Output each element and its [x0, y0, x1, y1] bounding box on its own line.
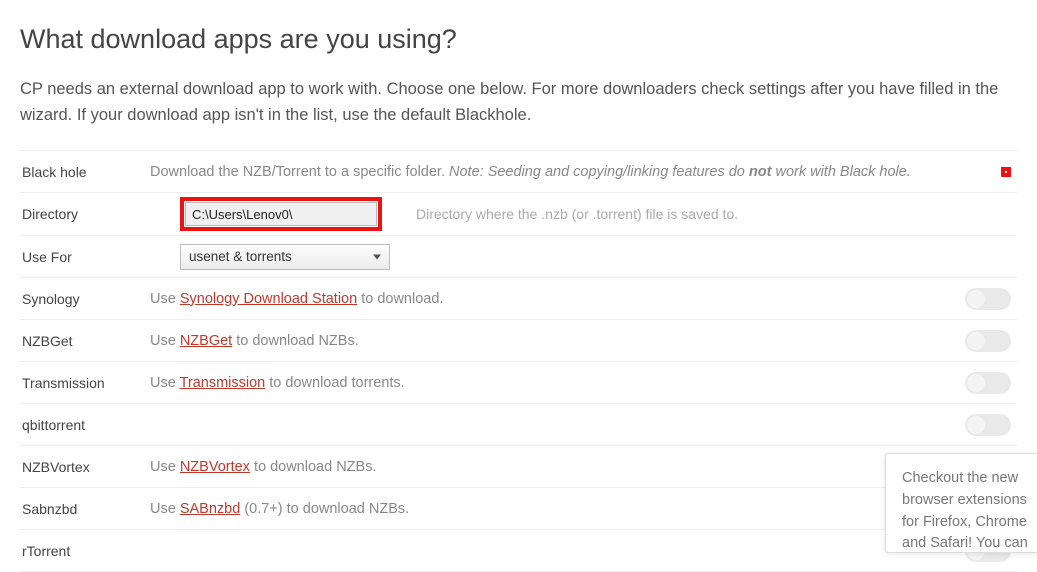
- directory-help: Directory where the .nzb (or .torrent) f…: [416, 206, 738, 222]
- app-pre: Use: [150, 333, 180, 349]
- label-usefor: Use For: [20, 249, 150, 265]
- desc-app: Use Transmission to download torrents.: [150, 375, 957, 391]
- highlight-toggle: [1001, 167, 1011, 177]
- app-post: to download NZBs.: [232, 333, 359, 349]
- label-app: NZBGet: [20, 333, 150, 349]
- label-app: rTorrent: [20, 543, 150, 559]
- toggle-app[interactable]: [965, 414, 1011, 436]
- app-post: to download NZBs.: [250, 459, 377, 475]
- label-directory: Directory: [20, 206, 150, 222]
- app-pre: Use: [150, 291, 180, 307]
- app-pre: Use: [150, 375, 180, 391]
- desc-app: Use NZBVortex to download NZBs.: [150, 459, 957, 475]
- usefor-select[interactable]: usenet & torrents: [180, 244, 390, 270]
- app-post: (0.7+) to download NZBs.: [240, 501, 409, 517]
- app-pre: Use: [150, 459, 180, 475]
- row-app: qbittorrent: [20, 404, 1017, 446]
- toggle-app[interactable]: [965, 330, 1011, 352]
- settings-list: Black hole Download the NZB/Torrent to a…: [20, 150, 1017, 572]
- label-app: qbittorrent: [20, 417, 150, 433]
- page-title: What download apps are you using?: [20, 24, 1017, 55]
- page-lead: CP needs an external download app to wor…: [20, 77, 1017, 128]
- app-link[interactable]: SABnzbd: [180, 501, 240, 517]
- promo-popup-text: Checkout the new browser extensions for …: [902, 470, 1028, 553]
- desc-app: Use Synology Download Station to downloa…: [150, 291, 957, 307]
- label-app: Transmission: [20, 375, 150, 391]
- label-app: NZBVortex: [20, 459, 150, 475]
- blackhole-note-not: not: [749, 164, 772, 180]
- toggle-app[interactable]: [965, 372, 1011, 394]
- row-usefor: Use For usenet & torrents: [20, 236, 1017, 278]
- usefor-value: usenet & torrents: [189, 249, 292, 264]
- highlight-directory: [180, 197, 382, 231]
- blackhole-desc-prefix: Download the NZB/Torrent to a specific f…: [150, 164, 449, 180]
- label-blackhole: Black hole: [20, 164, 150, 180]
- app-link[interactable]: NZBGet: [180, 333, 232, 349]
- blackhole-note-b: work with Black hole.: [771, 164, 910, 180]
- row-app: SabnzbdUse SABnzbd (0.7+) to download NZ…: [20, 488, 1017, 530]
- app-post: to download torrents.: [265, 375, 404, 391]
- app-post: to download.: [357, 291, 443, 307]
- row-app: TransmissionUse Transmission to download…: [20, 362, 1017, 404]
- toggle-app[interactable]: [965, 288, 1011, 310]
- row-app: NZBGetUse NZBGet to download NZBs.: [20, 320, 1017, 362]
- row-app: rTorrent: [20, 530, 1017, 572]
- app-link[interactable]: Synology Download Station: [180, 291, 357, 307]
- row-directory: Directory Directory where the .nzb (or .…: [20, 193, 1017, 236]
- desc-blackhole: Download the NZB/Torrent to a specific f…: [150, 164, 957, 180]
- label-app: Synology: [20, 291, 150, 307]
- row-blackhole: Black hole Download the NZB/Torrent to a…: [20, 151, 1017, 193]
- app-link[interactable]: NZBVortex: [180, 459, 250, 475]
- desc-app: Use NZBGet to download NZBs.: [150, 333, 957, 349]
- app-link[interactable]: Transmission: [180, 375, 266, 391]
- label-app: Sabnzbd: [20, 501, 150, 517]
- app-pre: Use: [150, 501, 180, 517]
- row-app: NZBVortexUse NZBVortex to download NZBs.: [20, 446, 1017, 488]
- promo-popup: Checkout the new browser extensions for …: [885, 453, 1037, 553]
- row-app: SynologyUse Synology Download Station to…: [20, 278, 1017, 320]
- directory-input[interactable]: [185, 202, 377, 226]
- desc-app: Use SABnzbd (0.7+) to download NZBs.: [150, 501, 957, 517]
- blackhole-note-a: Note: Seeding and copying/linking featur…: [449, 164, 749, 180]
